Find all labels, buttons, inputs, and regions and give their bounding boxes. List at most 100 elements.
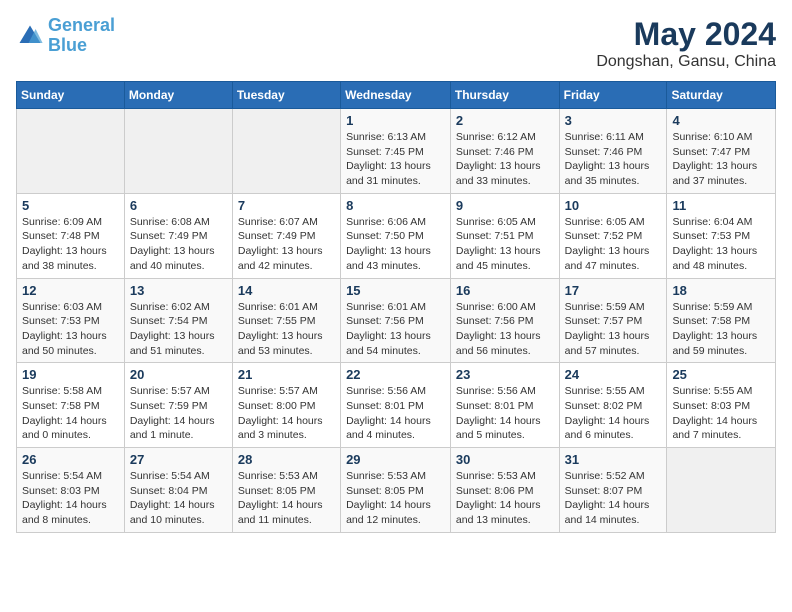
day-detail: Sunrise: 5:53 AM Sunset: 8:06 PM Dayligh…	[456, 469, 554, 528]
day-number: 30	[456, 452, 554, 467]
day-number: 25	[672, 367, 770, 382]
day-detail: Sunrise: 6:10 AM Sunset: 7:47 PM Dayligh…	[672, 130, 770, 189]
day-number: 21	[238, 367, 335, 382]
day-detail: Sunrise: 5:57 AM Sunset: 7:59 PM Dayligh…	[130, 384, 227, 443]
day-number: 10	[565, 198, 662, 213]
calendar-cell: 10 Sunrise: 6:05 AM Sunset: 7:52 PM Dayli…	[559, 193, 667, 278]
day-number: 17	[565, 283, 662, 298]
day-number: 11	[672, 198, 770, 213]
day-detail: Sunrise: 5:56 AM Sunset: 8:01 PM Dayligh…	[456, 384, 554, 443]
day-number: 27	[130, 452, 227, 467]
day-number: 12	[22, 283, 119, 298]
calendar-cell: 31Sunrise: 5:52 AM Sunset: 8:07 PM Dayli…	[559, 448, 667, 533]
calendar-week-4: 19 Sunrise: 5:58 AM Sunset: 7:58 PM Dayli…	[17, 363, 776, 448]
calendar-cell	[667, 448, 776, 533]
month-title: May 2024	[596, 16, 776, 53]
calendar-week-1: 1 Sunrise: 6:13 AM Sunset: 7:45 PM Daylig…	[17, 109, 776, 194]
day-detail: Sunrise: 6:01 AM Sunset: 7:56 PM Dayligh…	[346, 300, 445, 359]
day-number: 28	[238, 452, 335, 467]
calendar-cell: 14Sunrise: 6:01 AM Sunset: 7:55 PM Dayli…	[232, 278, 340, 363]
day-detail: Sunrise: 6:00 AM Sunset: 7:56 PM Dayligh…	[456, 300, 554, 359]
calendar-cell: 19 Sunrise: 5:58 AM Sunset: 7:58 PM Dayli…	[17, 363, 125, 448]
calendar-cell: 29Sunrise: 5:53 AM Sunset: 8:05 PM Dayli…	[341, 448, 451, 533]
calendar-cell: 22 Sunrise: 5:56 AM Sunset: 8:01 PM Dayli…	[341, 363, 451, 448]
day-number: 19	[22, 367, 119, 382]
day-detail: Sunrise: 5:54 AM Sunset: 8:04 PM Dayligh…	[130, 469, 227, 528]
calendar-cell: 17Sunrise: 5:59 AM Sunset: 7:57 PM Dayli…	[559, 278, 667, 363]
calendar-cell: 8 Sunrise: 6:06 AM Sunset: 7:50 PM Daylig…	[341, 193, 451, 278]
day-number: 16	[456, 283, 554, 298]
weekday-header-saturday: Saturday	[667, 82, 776, 109]
day-number: 18	[672, 283, 770, 298]
calendar-cell: 13 Sunrise: 6:02 AM Sunset: 7:54 PM Dayli…	[124, 278, 232, 363]
day-detail: Sunrise: 5:57 AM Sunset: 8:00 PM Dayligh…	[238, 384, 335, 443]
day-detail: Sunrise: 6:01 AM Sunset: 7:55 PM Dayligh…	[238, 300, 335, 359]
day-detail: Sunrise: 5:53 AM Sunset: 8:05 PM Dayligh…	[238, 469, 335, 528]
calendar-cell: 26 Sunrise: 5:54 AM Sunset: 8:03 PM Dayli…	[17, 448, 125, 533]
calendar-cell: 7 Sunrise: 6:07 AM Sunset: 7:49 PM Daylig…	[232, 193, 340, 278]
day-detail: Sunrise: 6:07 AM Sunset: 7:49 PM Dayligh…	[238, 215, 335, 274]
title-block: May 2024 Dongshan, Gansu, China	[596, 16, 776, 71]
calendar-cell	[232, 109, 340, 194]
location-title: Dongshan, Gansu, China	[596, 53, 776, 71]
calendar-cell: 2 Sunrise: 6:12 AM Sunset: 7:46 PM Daylig…	[450, 109, 559, 194]
calendar-cell: 9 Sunrise: 6:05 AM Sunset: 7:51 PM Daylig…	[450, 193, 559, 278]
day-number: 15	[346, 283, 445, 298]
calendar-cell: 23Sunrise: 5:56 AM Sunset: 8:01 PM Dayli…	[450, 363, 559, 448]
calendar-cell: 20 Sunrise: 5:57 AM Sunset: 7:59 PM Dayli…	[124, 363, 232, 448]
day-number: 26	[22, 452, 119, 467]
day-number: 20	[130, 367, 227, 382]
day-detail: Sunrise: 5:58 AM Sunset: 7:58 PM Dayligh…	[22, 384, 119, 443]
day-detail: Sunrise: 6:08 AM Sunset: 7:49 PM Dayligh…	[130, 215, 227, 274]
calendar-cell: 30 Sunrise: 5:53 AM Sunset: 8:06 PM Dayli…	[450, 448, 559, 533]
day-number: 22	[346, 367, 445, 382]
logo-text: General Blue	[48, 16, 115, 56]
calendar-table: SundayMondayTuesdayWednesdayThursdayFrid…	[16, 81, 776, 533]
day-detail: Sunrise: 6:02 AM Sunset: 7:54 PM Dayligh…	[130, 300, 227, 359]
weekday-header-wednesday: Wednesday	[341, 82, 451, 109]
logo-icon	[16, 22, 44, 50]
calendar-cell: 6 Sunrise: 6:08 AM Sunset: 7:49 PM Daylig…	[124, 193, 232, 278]
calendar-cell: 18Sunrise: 5:59 AM Sunset: 7:58 PM Dayli…	[667, 278, 776, 363]
calendar-cell	[17, 109, 125, 194]
day-number: 5	[22, 198, 119, 213]
day-detail: Sunrise: 5:56 AM Sunset: 8:01 PM Dayligh…	[346, 384, 445, 443]
day-detail: Sunrise: 6:04 AM Sunset: 7:53 PM Dayligh…	[672, 215, 770, 274]
calendar-cell: 24 Sunrise: 5:55 AM Sunset: 8:02 PM Dayli…	[559, 363, 667, 448]
day-detail: Sunrise: 5:55 AM Sunset: 8:02 PM Dayligh…	[565, 384, 662, 443]
day-detail: Sunrise: 6:06 AM Sunset: 7:50 PM Dayligh…	[346, 215, 445, 274]
calendar-cell: 5 Sunrise: 6:09 AM Sunset: 7:48 PM Daylig…	[17, 193, 125, 278]
weekday-header-row: SundayMondayTuesdayWednesdayThursdayFrid…	[17, 82, 776, 109]
day-number: 9	[456, 198, 554, 213]
calendar-week-5: 26 Sunrise: 5:54 AM Sunset: 8:03 PM Dayli…	[17, 448, 776, 533]
day-detail: Sunrise: 6:12 AM Sunset: 7:46 PM Dayligh…	[456, 130, 554, 189]
day-number: 6	[130, 198, 227, 213]
day-detail: Sunrise: 5:55 AM Sunset: 8:03 PM Dayligh…	[672, 384, 770, 443]
calendar-cell	[124, 109, 232, 194]
day-detail: Sunrise: 6:03 AM Sunset: 7:53 PM Dayligh…	[22, 300, 119, 359]
weekday-header-friday: Friday	[559, 82, 667, 109]
calendar-cell: 1 Sunrise: 6:13 AM Sunset: 7:45 PM Daylig…	[341, 109, 451, 194]
day-number: 8	[346, 198, 445, 213]
day-number: 1	[346, 113, 445, 128]
calendar-cell: 15 Sunrise: 6:01 AM Sunset: 7:56 PM Dayli…	[341, 278, 451, 363]
day-detail: Sunrise: 5:54 AM Sunset: 8:03 PM Dayligh…	[22, 469, 119, 528]
day-detail: Sunrise: 5:52 AM Sunset: 8:07 PM Dayligh…	[565, 469, 662, 528]
day-detail: Sunrise: 6:05 AM Sunset: 7:51 PM Dayligh…	[456, 215, 554, 274]
day-number: 24	[565, 367, 662, 382]
weekday-header-tuesday: Tuesday	[232, 82, 340, 109]
day-number: 13	[130, 283, 227, 298]
day-detail: Sunrise: 6:05 AM Sunset: 7:52 PM Dayligh…	[565, 215, 662, 274]
day-number: 3	[565, 113, 662, 128]
page-header: General Blue May 2024 Dongshan, Gansu, C…	[16, 16, 776, 71]
day-detail: Sunrise: 6:09 AM Sunset: 7:48 PM Dayligh…	[22, 215, 119, 274]
day-detail: Sunrise: 6:13 AM Sunset: 7:45 PM Dayligh…	[346, 130, 445, 189]
calendar-cell: 25 Sunrise: 5:55 AM Sunset: 8:03 PM Dayli…	[667, 363, 776, 448]
calendar-week-2: 5 Sunrise: 6:09 AM Sunset: 7:48 PM Daylig…	[17, 193, 776, 278]
calendar-cell: 16 Sunrise: 6:00 AM Sunset: 7:56 PM Dayli…	[450, 278, 559, 363]
day-detail: Sunrise: 5:53 AM Sunset: 8:05 PM Dayligh…	[346, 469, 445, 528]
day-number: 2	[456, 113, 554, 128]
weekday-header-monday: Monday	[124, 82, 232, 109]
day-number: 7	[238, 198, 335, 213]
day-number: 4	[672, 113, 770, 128]
